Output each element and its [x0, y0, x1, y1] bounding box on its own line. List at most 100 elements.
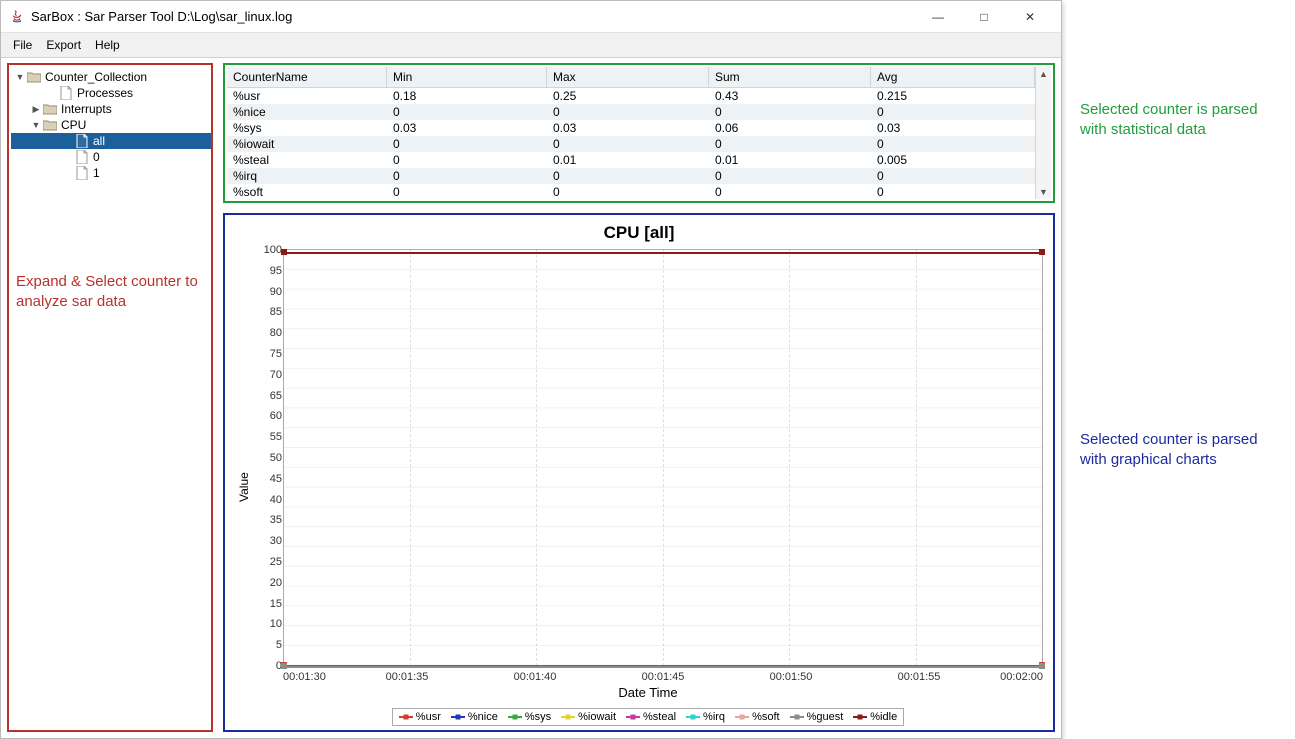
legend-item[interactable]: %soft: [735, 711, 780, 723]
tree-label: Counter_Collection: [45, 70, 147, 84]
stats-scrollbar[interactable]: ▲ ▼: [1035, 67, 1051, 199]
col-max[interactable]: Max: [547, 67, 709, 87]
menu-help[interactable]: Help: [89, 36, 126, 54]
legend-item[interactable]: %guest: [790, 711, 844, 723]
scroll-up-icon[interactable]: ▲: [1039, 69, 1048, 79]
cell-sum: 0: [709, 168, 871, 184]
annotation-stats: Selected counter is parsed with statisti…: [1080, 100, 1280, 139]
tree-label: 0: [93, 150, 100, 164]
table-row[interactable]: %nice0000: [227, 104, 1035, 120]
legend-swatch-icon: [399, 716, 413, 718]
y-tick: 85: [252, 306, 282, 318]
legend-item[interactable]: %irq: [686, 711, 725, 723]
y-tick: 5: [252, 639, 282, 651]
title-bar: SarBox : Sar Parser Tool D:\Log\sar_linu…: [1, 1, 1061, 33]
legend-item[interactable]: %iowait: [561, 711, 616, 723]
cell-sum: 0.06: [709, 120, 871, 136]
counter-tree[interactable]: ▼ Counter_Collection Processes ▶ Interrupt…: [11, 69, 211, 181]
table-row[interactable]: %steal00.010.010.005: [227, 152, 1035, 168]
legend-swatch-icon: [686, 716, 700, 718]
cell-name: %usr: [227, 88, 387, 104]
cell-max: 0: [547, 136, 709, 152]
cell-avg: 0.03: [871, 120, 1035, 136]
legend-item[interactable]: %usr: [399, 711, 441, 723]
col-sum[interactable]: Sum: [709, 67, 871, 87]
legend-item[interactable]: %steal: [626, 711, 676, 723]
y-tick: 75: [252, 348, 282, 360]
legend-item[interactable]: %sys: [508, 711, 551, 723]
cell-min: 0: [387, 184, 547, 200]
cell-name: %soft: [227, 184, 387, 200]
col-avg[interactable]: Avg: [871, 67, 1035, 87]
cell-name: %nice: [227, 104, 387, 120]
table-row[interactable]: %irq0000: [227, 168, 1035, 184]
stats-table: CounterName Min Max Sum Avg %usr0.180.25…: [227, 67, 1035, 199]
cell-name: %sys: [227, 120, 387, 136]
tree-label: Processes: [77, 86, 133, 100]
tree-folder[interactable]: ▼CPU: [11, 117, 211, 133]
series-marker: [281, 663, 287, 669]
legend-label: %steal: [643, 711, 676, 723]
tree-item[interactable]: 0: [11, 149, 211, 165]
y-tick: 40: [252, 494, 282, 506]
plot-area[interactable]: 1009590858075706560555045403530252015105…: [283, 249, 1043, 667]
chevron-down-icon[interactable]: ▼: [31, 120, 41, 130]
java-icon: [9, 9, 25, 25]
cell-name: %steal: [227, 152, 387, 168]
table-row[interactable]: %usr0.180.250.430.215: [227, 88, 1035, 104]
cell-min: 0.03: [387, 120, 547, 136]
legend-label: %soft: [752, 711, 780, 723]
y-tick: 55: [252, 431, 282, 443]
scroll-down-icon[interactable]: ▼: [1039, 187, 1048, 197]
legend-item[interactable]: %nice: [451, 711, 498, 723]
cell-sum: 0.43: [709, 88, 871, 104]
table-row[interactable]: %sys0.030.030.060.03: [227, 120, 1035, 136]
x-tick: 00:01:30: [283, 671, 343, 683]
tree-folder[interactable]: ▶ Interrupts: [11, 101, 211, 117]
menu-export[interactable]: Export: [40, 36, 87, 54]
cell-sum: 0: [709, 184, 871, 200]
cell-min: 0: [387, 136, 547, 152]
tree-item[interactable]: 1: [11, 165, 211, 181]
legend-swatch-icon: [790, 716, 804, 718]
counter-tree-pane: ▼ Counter_Collection Processes ▶ Interrupt…: [7, 63, 213, 732]
cell-sum: 0.01: [709, 152, 871, 168]
app-window: SarBox : Sar Parser Tool D:\Log\sar_linu…: [0, 0, 1062, 739]
tree-root[interactable]: ▼ Counter_Collection: [11, 69, 211, 85]
legend-label: %guest: [807, 711, 844, 723]
tree-label: Interrupts: [61, 102, 112, 116]
menu-file[interactable]: File: [7, 36, 38, 54]
series-line: [284, 252, 1042, 254]
y-tick: 80: [252, 327, 282, 339]
cell-sum: 0: [709, 136, 871, 152]
chevron-right-icon[interactable]: ▶: [31, 104, 41, 115]
cell-min: 0: [387, 168, 547, 184]
minimize-button[interactable]: —: [915, 1, 961, 33]
col-counter-name[interactable]: CounterName: [227, 67, 387, 87]
legend-swatch-icon: [853, 716, 867, 718]
cell-avg: 0: [871, 136, 1035, 152]
chevron-down-icon[interactable]: ▼: [15, 72, 25, 82]
y-tick: 10: [252, 618, 282, 630]
cell-sum: 0: [709, 104, 871, 120]
folder-icon: [27, 70, 41, 84]
table-row[interactable]: %iowait0000: [227, 136, 1035, 152]
tree-item[interactable]: Processes: [11, 85, 211, 101]
tree-item[interactable]: all: [11, 133, 211, 149]
series-line: [284, 666, 1042, 668]
cell-max: 0: [547, 168, 709, 184]
maximize-button[interactable]: □: [961, 1, 1007, 33]
legend-item[interactable]: %idle: [853, 711, 897, 723]
x-tick: 00:02:00: [983, 671, 1043, 683]
cell-avg: 0: [871, 168, 1035, 184]
close-button[interactable]: ✕: [1007, 1, 1053, 33]
chart-legend: %usr %nice %sys %iowait %steal %irq %soft %gues…: [392, 708, 904, 726]
table-row[interactable]: %soft0000: [227, 184, 1035, 200]
col-min[interactable]: Min: [387, 67, 547, 87]
series-marker: [1039, 249, 1045, 255]
file-icon: [75, 166, 89, 180]
x-tick: 00:01:45: [599, 671, 727, 683]
series-marker: [1039, 663, 1045, 669]
chart-title: CPU [all]: [235, 223, 1043, 243]
legend-swatch-icon: [508, 716, 522, 718]
